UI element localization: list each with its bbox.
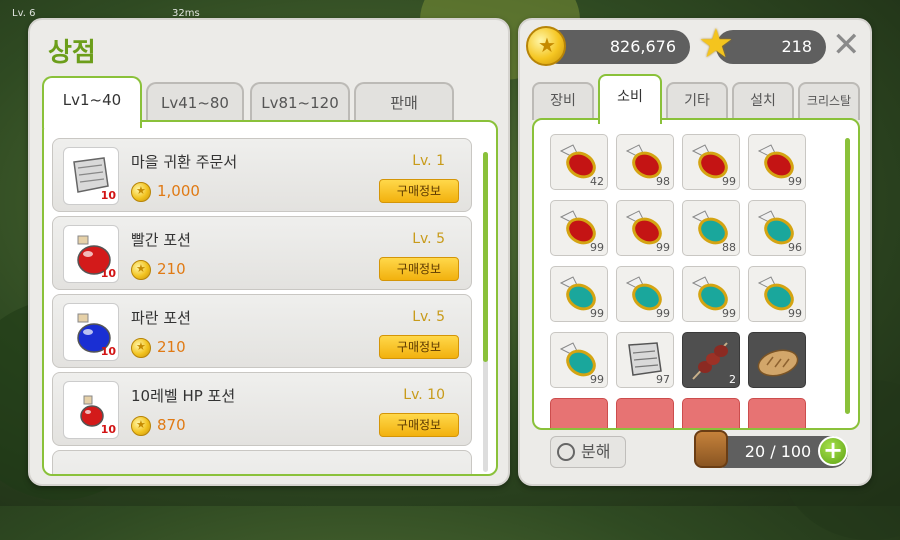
slot-quantity: 97 xyxy=(656,373,670,386)
tab-etc[interactable]: 기타 xyxy=(666,82,728,120)
locked-slot[interactable] xyxy=(550,398,608,428)
teal-potion-icon[interactable]: 88 xyxy=(682,200,740,256)
locked-slot[interactable] xyxy=(748,398,806,428)
coin-icon xyxy=(131,338,151,358)
coin-icon xyxy=(131,260,151,280)
coin-icon xyxy=(131,416,151,436)
item-level: Lv. 10 xyxy=(403,387,445,403)
item-level: Lv. 5 xyxy=(412,309,445,325)
bag-icon xyxy=(694,430,728,468)
teal-potion-icon[interactable]: 99 xyxy=(616,266,674,322)
close-icon[interactable]: ✕ xyxy=(832,28,861,62)
item-price: 1,000 xyxy=(157,182,200,200)
hp-potion-icon: 10 xyxy=(63,381,119,439)
scroll-icon[interactable]: 97 xyxy=(616,332,674,388)
shop-item-list[interactable]: 10 마을 귀환 주문서 Lv. 1 1,000 구매정보 10 빨간 포션 L… xyxy=(42,120,498,476)
slot-quantity: 99 xyxy=(590,307,604,320)
red-potion-icon[interactable]: 99 xyxy=(682,134,740,190)
item-name: 빨간 포션 xyxy=(131,231,191,249)
tab-consume[interactable]: 소비 xyxy=(598,74,662,124)
buy-info-button[interactable]: 구매정보 xyxy=(379,335,459,359)
shop-item[interactable]: 10 파란 포션 Lv. 5 210 구매정보 xyxy=(52,294,472,368)
teal-potion-icon[interactable]: 99 xyxy=(550,332,608,388)
expand-inventory-button[interactable]: + xyxy=(818,436,848,466)
teal-potion-icon[interactable]: 99 xyxy=(748,266,806,322)
slot-quantity: 88 xyxy=(722,241,736,254)
locked-slot[interactable] xyxy=(616,398,674,428)
buy-info-button[interactable]: 구매정보 xyxy=(379,179,459,203)
red-potion-icon: 10 xyxy=(63,225,119,283)
teal-potion-icon[interactable]: 99 xyxy=(682,266,740,322)
slot-quantity: 99 xyxy=(590,241,604,254)
tab-lv41-80[interactable]: Lv41~80 xyxy=(146,82,244,124)
slot-quantity: 98 xyxy=(656,175,670,188)
shop-item-partial[interactable] xyxy=(52,450,472,474)
inventory-panel: 826,676 218 ★ ✕ 장비 소비 기타 설치 크리스탈 42 98 9… xyxy=(518,18,872,486)
item-quantity: 10 xyxy=(100,345,116,358)
item-price: 210 xyxy=(157,260,186,278)
item-quantity: 10 xyxy=(100,423,116,436)
red-potion-icon[interactable]: 42 xyxy=(550,134,608,190)
inventory-grid[interactable]: 42 98 99 99 99 99 88 96 99 99 99 99 99 9… xyxy=(532,118,860,430)
slot-quantity: 99 xyxy=(722,175,736,188)
shop-panel: 상점 Lv1~40 Lv41~80 Lv81~120 판매 10 마을 귀환 주… xyxy=(28,18,510,486)
tab-crystal[interactable]: 크리스탈 xyxy=(798,82,860,120)
slot-quantity: 2 xyxy=(729,373,736,386)
shop-item[interactable]: 10 마을 귀환 주문서 Lv. 1 1,000 구매정보 xyxy=(52,138,472,212)
item-level: Lv. 1 xyxy=(412,153,445,169)
red-potion-icon[interactable]: 99 xyxy=(550,200,608,256)
tab-sell[interactable]: 판매 xyxy=(354,82,454,124)
slot-quantity: 99 xyxy=(656,307,670,320)
tab-install[interactable]: 설치 xyxy=(732,82,794,120)
shop-item[interactable]: 10 10레벨 HP 포션 Lv. 10 870 구매정보 xyxy=(52,372,472,446)
slot-quantity: 99 xyxy=(788,307,802,320)
slot-quantity: 42 xyxy=(590,175,604,188)
slot-quantity: 96 xyxy=(788,241,802,254)
item-price: 870 xyxy=(157,416,186,434)
tab-lv81-120[interactable]: Lv81~120 xyxy=(250,82,350,124)
disassemble-label: 분해 xyxy=(581,442,611,461)
tab-lv1-40[interactable]: Lv1~40 xyxy=(42,76,142,128)
red-potion-icon[interactable]: 98 xyxy=(616,134,674,190)
locked-slot[interactable] xyxy=(682,398,740,428)
meso-coin-icon xyxy=(526,26,566,66)
buy-info-button[interactable]: 구매정보 xyxy=(379,413,459,437)
item-quantity: 10 xyxy=(100,267,116,280)
teal-potion-icon[interactable]: 99 xyxy=(550,266,608,322)
item-price: 210 xyxy=(157,338,186,356)
buy-info-button[interactable]: 구매정보 xyxy=(379,257,459,281)
slot-quantity: 99 xyxy=(722,307,736,320)
slot-quantity: 99 xyxy=(656,241,670,254)
bread-icon[interactable] xyxy=(748,332,806,388)
slot-quantity: 99 xyxy=(590,373,604,386)
star-icon: ★ xyxy=(698,21,734,67)
hud-level: Lv. 6 xyxy=(12,8,36,19)
disassemble-button[interactable]: 분해 xyxy=(550,436,626,468)
blue-potion-icon: 10 xyxy=(63,303,119,361)
red-potion-icon[interactable]: 99 xyxy=(748,134,806,190)
shop-item[interactable]: 10 빨간 포션 Lv. 5 210 구매정보 xyxy=(52,216,472,290)
shop-scrollbar-thumb[interactable] xyxy=(483,152,488,362)
disassemble-icon xyxy=(557,443,575,461)
skewer-icon[interactable]: 2 xyxy=(682,332,740,388)
item-level: Lv. 5 xyxy=(412,231,445,247)
tab-equip[interactable]: 장비 xyxy=(532,82,594,120)
slot-quantity: 99 xyxy=(788,175,802,188)
item-name: 파란 포션 xyxy=(131,309,191,327)
item-name: 마을 귀환 주문서 xyxy=(131,153,238,171)
scroll-icon: 10 xyxy=(63,147,119,205)
red-potion-icon[interactable]: 99 xyxy=(616,200,674,256)
item-name: 10레벨 HP 포션 xyxy=(131,387,236,405)
coin-icon xyxy=(131,182,151,202)
inventory-scrollbar[interactable] xyxy=(845,138,850,414)
item-quantity: 10 xyxy=(100,189,116,202)
teal-potion-icon[interactable]: 96 xyxy=(748,200,806,256)
shop-title: 상점 xyxy=(48,38,96,68)
